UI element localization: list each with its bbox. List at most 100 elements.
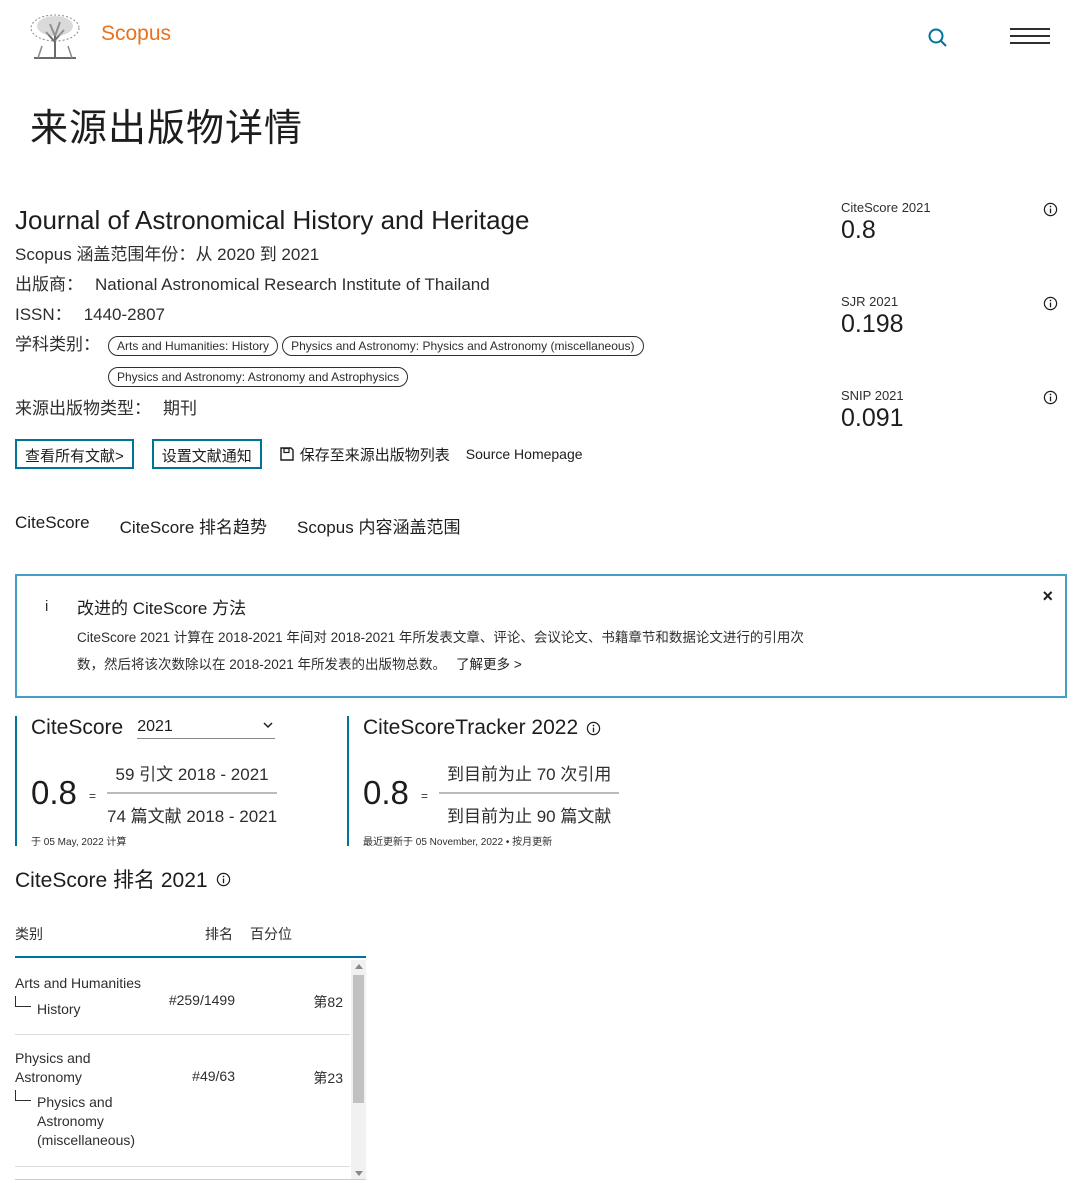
tree-branch <box>15 996 31 1007</box>
notice-title: 改进的 CiteScore 方法 <box>77 599 247 618</box>
subcategory-name: History <box>37 1001 81 1017</box>
view-all-documents-button[interactable]: 查看所有文献> <box>15 439 134 469</box>
snip-metric: SNIP 2021 0.091 <box>841 388 1061 433</box>
percentile-value: 第82 <box>313 994 343 1010</box>
tab-citescore[interactable]: CiteScore <box>15 513 90 538</box>
header-percentile: 百分位 <box>250 926 292 942</box>
notice-body: CiteScore 2021 计算在 2018-2021 年间对 2018-20… <box>77 624 817 678</box>
ranking-table-header: 类别 排名 百分位 <box>15 918 366 958</box>
year-select-value: 2021 <box>137 717 173 735</box>
chevron-down-icon <box>263 721 273 728</box>
learn-more-link[interactable]: 了解更多 > <box>456 657 522 672</box>
citescore-fraction: 59 引文 2018 - 2021 74 篇文献 2018 - 2021 <box>107 760 278 827</box>
tracker-header: CiteScoreTracker 2022 <box>363 716 601 740</box>
table-row: Arts and Humanities History #259/1499 第8… <box>15 960 350 1035</box>
tracker-numerator: 到目前为止 70 次引用 <box>439 760 620 794</box>
publisher-label: 出版商： <box>15 275 83 294</box>
ranking-table-body[interactable]: Arts and Humanities History #259/1499 第8… <box>15 960 366 1180</box>
year-select[interactable]: 2021 <box>137 717 276 739</box>
metric-label: SJR 2021 <box>841 294 899 309</box>
info-icon[interactable] <box>1043 296 1058 311</box>
citescore-numerator: 59 引文 2018 - 2021 <box>107 760 278 794</box>
close-icon[interactable]: × <box>1042 586 1053 607</box>
info-icon: i <box>45 598 49 615</box>
tracker-updated-note: 最近更新于 05 November, 2022 • 按月更新 <box>363 837 553 848</box>
info-icon[interactable] <box>216 872 231 887</box>
issn-value: 1440-2807 <box>83 305 165 324</box>
source-homepage-link[interactable]: Source Homepage <box>466 446 583 462</box>
save-to-source-list-label: 保存至来源出版物列表 <box>299 446 450 464</box>
citescore-denominator: 74 篇文献 2018 - 2021 <box>107 807 278 826</box>
publisher-value: National Astronomical Research Institute… <box>95 275 490 294</box>
equals-sign: = <box>421 789 429 803</box>
coverage-label: Scopus 涵盖范围年份： <box>15 245 196 264</box>
ranking-table: 类别 排名 百分位 Arts and Humanities History #2… <box>15 918 366 1180</box>
issn-row: ISSN： 1440-2807 <box>15 300 815 330</box>
tracker-title: CiteScoreTracker 2022 <box>363 716 579 739</box>
source-title: Journal of Astronomical History and Heri… <box>15 205 530 235</box>
metric-value: 0.091 <box>841 404 904 432</box>
subject-chip[interactable]: Physics and Astronomy: Physics and Astro… <box>282 336 644 356</box>
citescore-calculated-note: 于 05 May, 2022 计算 <box>31 837 127 848</box>
info-icon[interactable] <box>1043 202 1058 217</box>
issn-label: ISSN： <box>15 305 72 324</box>
header-category: 类别 <box>15 926 43 942</box>
percentile-value: 第23 <box>313 1070 343 1086</box>
set-document-alert-button[interactable]: 设置文献通知 <box>151 439 262 469</box>
subject-chip[interactable]: Physics and Astronomy: Astronomy and Ast… <box>108 367 409 387</box>
tracker-denominator: 到目前为止 90 篇文献 <box>447 807 612 826</box>
category-name: Physics and Astronomy <box>15 1050 91 1085</box>
source-type-value: 期刊 <box>163 399 197 418</box>
scroll-up-icon[interactable] <box>355 964 363 969</box>
citescore-title: CiteScore <box>31 716 124 739</box>
header-rank: 排名 <box>205 926 233 942</box>
citescore-header: CiteScore 2021 <box>31 716 276 740</box>
source-details: Journal of Astronomical History and Heri… <box>15 200 815 424</box>
coverage-row: Scopus 涵盖范围年份：从 2020 到 2021 <box>15 240 815 270</box>
citescore-panel: CiteScore 2021 0.8 = 59 引文 2018 - 2021 7… <box>15 716 315 848</box>
search-icon[interactable] <box>926 26 950 50</box>
page-title: 来源出版物详情 <box>30 108 304 150</box>
brand-name[interactable]: Scopus <box>101 22 171 46</box>
section-tabs: CiteScore CiteScore 排名趋势 Scopus 内容涵盖范围 <box>15 513 490 538</box>
info-icon[interactable] <box>586 721 601 736</box>
ranking-title-text: CiteScore 排名 2021 <box>15 869 208 892</box>
rank-value: #49/63 <box>192 1068 235 1084</box>
source-actions: 查看所有文献> 设置文献通知 保存至来源出版物列表 Source Homepag… <box>15 438 583 470</box>
subcategory-name: Physics and Astronomy (miscellaneous) <box>37 1094 136 1148</box>
table-scrollbar[interactable] <box>351 960 366 1179</box>
save-to-source-list-link[interactable]: 保存至来源出版物列表 <box>280 444 450 465</box>
notice-text: CiteScore 2021 计算在 2018-2021 年间对 2018-20… <box>77 630 804 672</box>
scrollbar-thumb[interactable] <box>353 975 364 1103</box>
subject-chip[interactable]: Arts and Humanities: History <box>108 336 279 356</box>
table-row: Physics and Astronomy Physics and Astron… <box>15 1035 350 1167</box>
citescore-value: 0.8 <box>31 774 77 811</box>
tab-scopus-coverage[interactable]: Scopus 内容涵盖范围 <box>297 513 460 538</box>
subject-label: 学科类别： <box>15 335 100 354</box>
citescore-methodology-notice: i 改进的 CiteScore 方法 CiteScore 2021 计算在 20… <box>15 574 1067 698</box>
top-header: Scopus <box>0 0 1080 72</box>
hamburger-menu-icon[interactable] <box>1010 28 1050 48</box>
metric-value: 0.198 <box>841 310 904 338</box>
metric-label: SNIP 2021 <box>841 388 904 403</box>
tracker-fraction: 到目前为止 70 次引用 到目前为止 90 篇文献 <box>439 760 620 827</box>
citescore-tracker-panel: CiteScoreTracker 2022 0.8 = 到目前为止 70 次引用… <box>347 716 677 848</box>
source-type-label: 来源出版物类型： <box>15 399 151 418</box>
source-type-row: 来源出版物类型： 期刊 <box>15 394 815 424</box>
category-name: Arts and Humanities <box>15 975 142 991</box>
citescore-metric: CiteScore 2021 0.8 <box>841 200 1061 245</box>
ranking-title: CiteScore 排名 2021 <box>15 864 231 894</box>
tree-branch <box>15 1090 31 1101</box>
tab-citescore-rank-trend[interactable]: CiteScore 排名趋势 <box>120 513 267 538</box>
metric-label: CiteScore 2021 <box>841 200 931 215</box>
info-icon[interactable] <box>1043 390 1058 405</box>
equals-sign: = <box>89 789 97 803</box>
rank-value: #259/1499 <box>168 992 235 1008</box>
tracker-value: 0.8 <box>363 774 409 811</box>
subject-chips: Arts and Humanities: History Physics and … <box>108 336 668 398</box>
metric-value: 0.8 <box>841 216 876 244</box>
save-icon <box>280 447 294 461</box>
coverage-value: 从 2020 到 2021 <box>195 245 320 264</box>
scroll-down-icon[interactable] <box>355 1171 363 1176</box>
elsevier-tree-logo[interactable] <box>28 12 82 60</box>
